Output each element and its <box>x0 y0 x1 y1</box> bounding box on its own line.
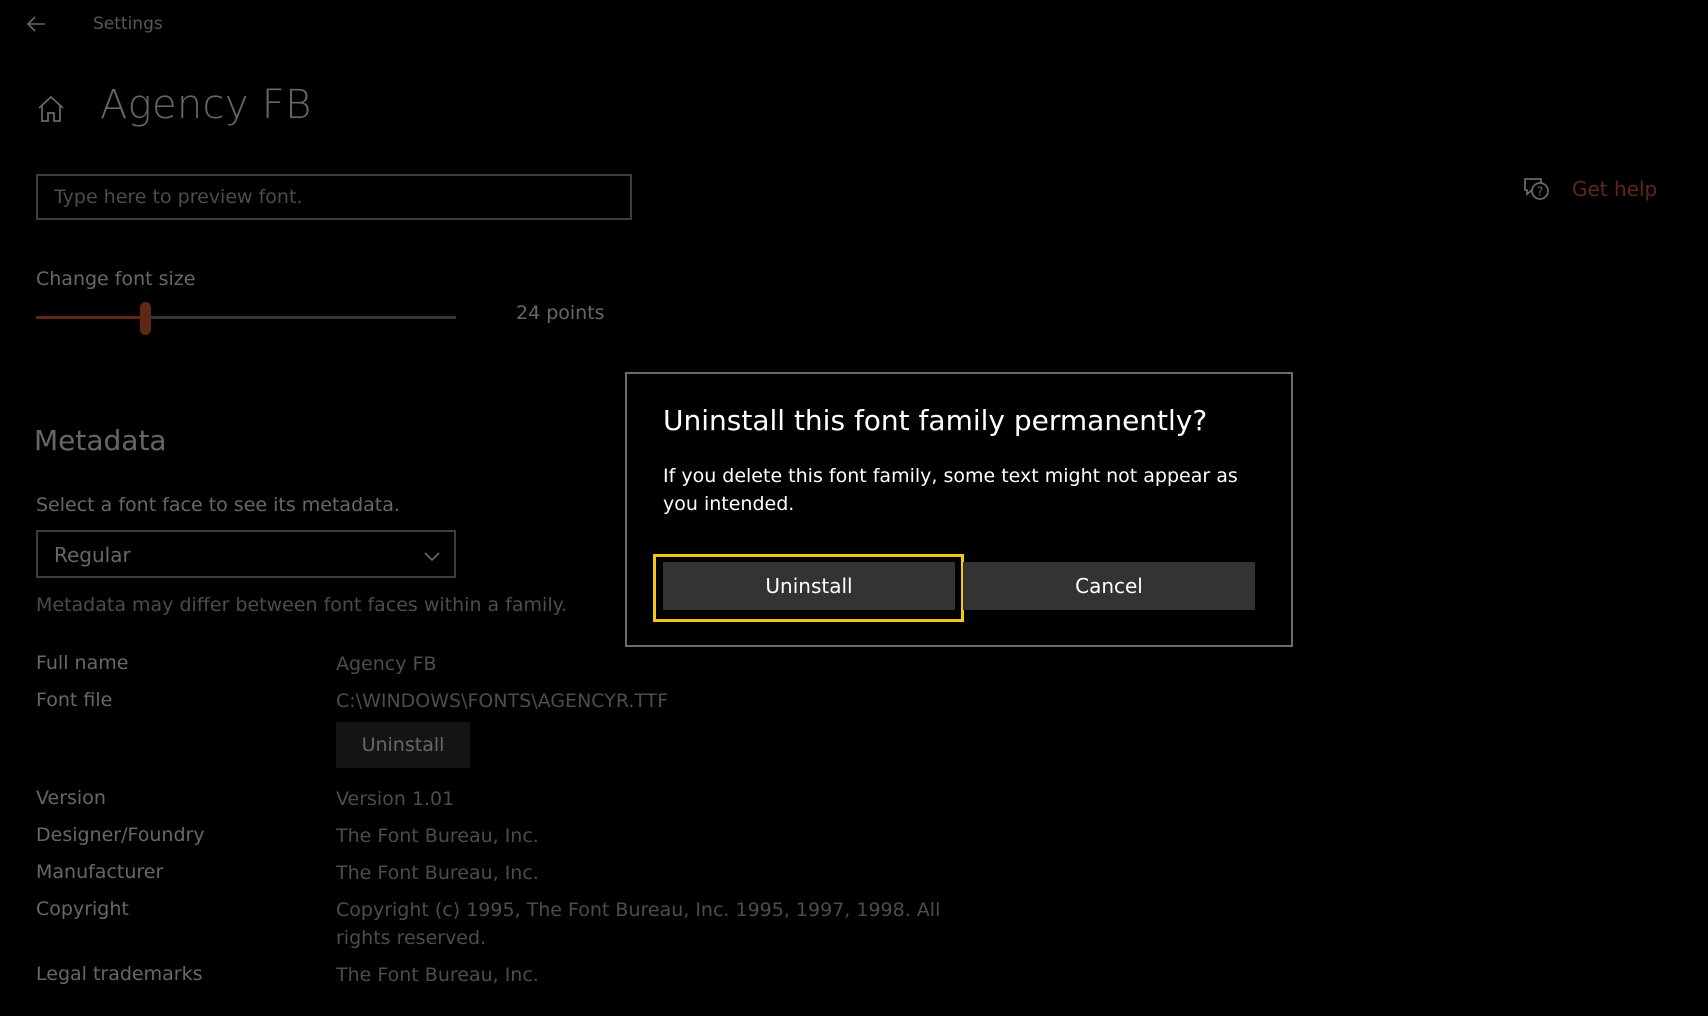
uninstall-button[interactable]: Uninstall <box>336 722 470 768</box>
font-size-label: Change font size <box>36 268 196 290</box>
legal-trademarks-label: Legal trademarks <box>36 963 203 985</box>
back-arrow-icon[interactable] <box>24 12 48 36</box>
copyright-value: Copyright (c) 1995, The Font Bureau, Inc… <box>336 899 941 949</box>
home-icon[interactable] <box>36 94 66 124</box>
full-name-label: Full name <box>36 652 129 674</box>
legal-trademarks-value: The Font Bureau, Inc. <box>336 964 539 986</box>
font-file-value: C:\WINDOWS\FONTS\AGENCYR.TTF <box>336 690 669 712</box>
cancel-button[interactable]: Cancel <box>963 562 1255 610</box>
slider-thumb[interactable] <box>139 302 151 335</box>
metadata-heading: Metadata <box>34 424 167 457</box>
manufacturer-label: Manufacturer <box>36 861 164 883</box>
manufacturer-value: The Font Bureau, Inc. <box>336 862 539 884</box>
chevron-down-icon <box>424 552 440 562</box>
preview-font-input[interactable] <box>36 174 632 220</box>
metadata-note: Metadata may differ between font faces w… <box>36 594 568 616</box>
confirm-uninstall-button[interactable]: Uninstall <box>663 562 955 610</box>
page-title: Agency FB <box>100 82 312 128</box>
svg-text:?: ? <box>1537 185 1543 199</box>
font-face-select[interactable]: Regular <box>36 530 456 578</box>
dialog-message: If you delete this font family, some tex… <box>663 465 1238 515</box>
version-label: Version <box>36 787 106 809</box>
version-value: Version 1.01 <box>336 788 455 810</box>
font-size-slider[interactable] <box>36 316 456 319</box>
get-help-icon[interactable]: ? <box>1522 175 1550 203</box>
font-size-value: 24 points <box>516 302 605 324</box>
copyright-label: Copyright <box>36 898 129 920</box>
uninstall-confirm-dialog: Uninstall this font family permanently? … <box>625 372 1293 647</box>
slider-fill <box>36 316 146 319</box>
window-title: Settings <box>93 14 163 34</box>
selected-font-face: Regular <box>54 543 131 567</box>
font-file-label: Font file <box>36 689 113 711</box>
designer-value: The Font Bureau, Inc. <box>336 825 539 847</box>
designer-label: Designer/Foundry <box>36 824 205 846</box>
metadata-hint: Select a font face to see its metadata. <box>36 494 400 516</box>
dialog-title: Uninstall this font family permanently? <box>663 404 1208 437</box>
full-name-value: Agency FB <box>336 653 437 675</box>
get-help-link[interactable]: Get help <box>1572 177 1657 201</box>
